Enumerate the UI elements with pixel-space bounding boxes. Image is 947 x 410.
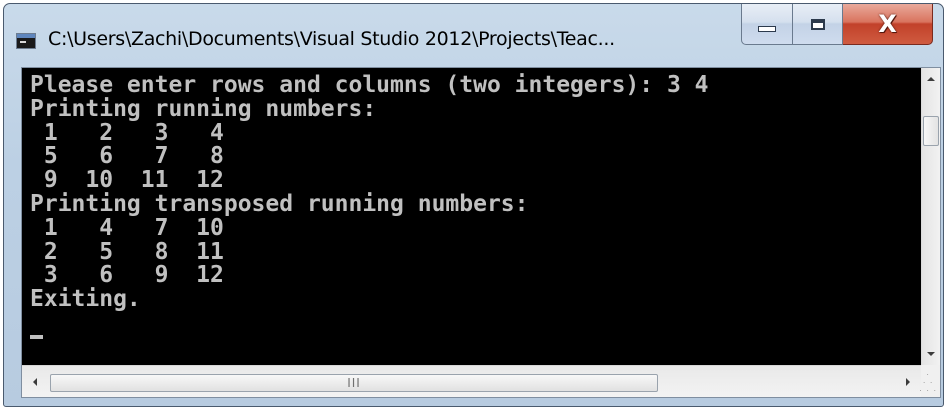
scroll-left-button[interactable] (24, 366, 46, 397)
console-line: Please enter rows and columns (two integ… (30, 72, 709, 98)
vertical-scroll-thumb[interactable] (923, 116, 939, 146)
scroll-down-button[interactable] (922, 345, 940, 363)
maximize-icon (810, 18, 825, 30)
window-title: C:\Users\Zachi\Documents\Visual Studio 2… (48, 28, 615, 50)
console-line: 9 10 11 12 (30, 167, 224, 194)
console-line: 5 6 7 8 (30, 143, 224, 170)
console-line: Exiting. (30, 286, 141, 313)
scroll-left-arrow-icon (33, 377, 37, 386)
console-lines: Please enter rows and columns (two integ… (30, 72, 709, 313)
vertical-scrollbar[interactable] (921, 68, 940, 365)
resize-grip-icon[interactable]: . . . . . . (919, 369, 937, 393)
console-client-area: Please enter rows and columns (two integ… (21, 67, 941, 398)
text-cursor (30, 335, 43, 339)
maximize-button[interactable] (793, 4, 843, 45)
caption-buttons: X (741, 4, 933, 46)
console-line: Printing running numbers: (30, 95, 377, 122)
title-bar[interactable]: C:\Users\Zachi\Documents\Visual Studio 2… (4, 4, 943, 68)
console-app-icon[interactable] (16, 33, 36, 49)
console-line: 1 2 3 4 (30, 119, 224, 146)
horizontal-scrollbar[interactable]: III (22, 365, 921, 397)
console-line: Printing transposed running numbers: (30, 190, 529, 217)
scrollbar-corner: . . . . . . (919, 365, 940, 397)
scroll-right-arrow-icon (906, 377, 910, 386)
console-line: 1 4 7 10 (30, 214, 224, 241)
scroll-right-button[interactable] (897, 366, 919, 397)
console-output[interactable]: Please enter rows and columns (two integ… (22, 68, 921, 365)
scroll-up-arrow-icon (927, 77, 935, 81)
console-line: 2 5 8 11 (30, 238, 224, 265)
scroll-grip: III (347, 376, 361, 390)
scroll-down-arrow-icon (927, 352, 935, 356)
minimize-button[interactable] (741, 4, 793, 45)
horizontal-scroll-thumb[interactable]: III (50, 374, 658, 392)
scroll-up-button[interactable] (922, 70, 940, 88)
minimize-icon (758, 26, 776, 32)
close-button[interactable]: X (843, 4, 933, 45)
console-line: 3 6 9 12 (30, 262, 224, 289)
console-window: C:\Users\Zachi\Documents\Visual Studio 2… (3, 3, 944, 407)
close-icon: X (878, 10, 897, 38)
